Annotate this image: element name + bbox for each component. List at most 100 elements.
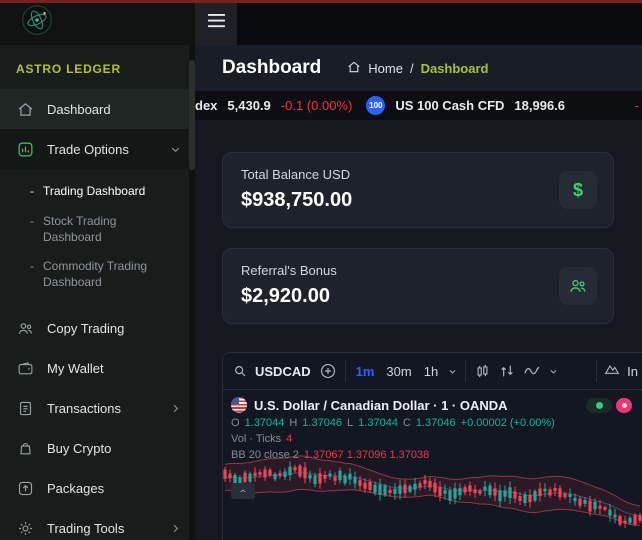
symbol-title[interactable]: U.S. Dollar / Canadian Dollar · 1 · OAND… bbox=[254, 398, 508, 413]
open-value: 1.37044 bbox=[245, 416, 285, 430]
breadcrumb: Home / Dashboard bbox=[347, 60, 488, 77]
sidebar-scrollbar[interactable] bbox=[189, 60, 195, 170]
compare-add-icon[interactable] bbox=[319, 362, 337, 380]
breadcrumb-home[interactable]: Home bbox=[368, 61, 403, 76]
indicators-icon bbox=[604, 361, 620, 382]
ticker-symbol: dex bbox=[195, 98, 217, 113]
hamburger-icon bbox=[207, 13, 226, 33]
users-icon bbox=[16, 319, 34, 337]
change-value: +0.00002 (+0.00%) bbox=[461, 416, 555, 430]
card-label: Total Balance USD bbox=[241, 167, 595, 182]
hamburger-menu-button[interactable] bbox=[195, 0, 237, 45]
brand-name: ASTRO LEDGER bbox=[0, 45, 195, 89]
timeframe-1m[interactable]: 1m bbox=[354, 364, 377, 379]
app-window: ASTRO LEDGER Dashboard Trade Options bbox=[0, 0, 642, 540]
trading-chart-widget: USDCAD 1m 30m 1h bbox=[222, 352, 642, 540]
market-open-toggle-icon[interactable] bbox=[586, 398, 612, 413]
sidebar-subitem-stock-trading-dashboard[interactable]: - Stock Trading Dashboard bbox=[0, 207, 195, 253]
bullet: - bbox=[30, 184, 34, 200]
ticker-strip[interactable]: dex 5,430.9 -0.1 (0.00%) 100 US 100 Cash… bbox=[195, 91, 642, 120]
toolbar-divider bbox=[596, 360, 597, 382]
ticker-item[interactable]: 100 US 100 Cash CFD 18,996.6 bbox=[366, 96, 565, 115]
sidebar-item-label: My Wallet bbox=[47, 361, 104, 376]
ticker-price: 18,996.6 bbox=[514, 98, 565, 113]
bollinger-row: BB 20 close 2 1.37067 1.37096 1.37038 bbox=[223, 447, 642, 463]
sidebar-subitem-trading-dashboard[interactable]: - Trading Dashboard bbox=[0, 177, 195, 207]
close-label: C bbox=[403, 416, 411, 430]
main-content: Total Balance USD $938,750.00 $ Referral… bbox=[195, 120, 642, 540]
volume-label: Vol · Ticks bbox=[231, 432, 281, 446]
sidebar-item-label: Trading Tools bbox=[47, 521, 124, 536]
chart-toolbar: USDCAD 1m 30m 1h bbox=[223, 353, 642, 390]
sidebar: ASTRO LEDGER Dashboard Trade Options bbox=[0, 0, 195, 540]
indicator-wave-icon[interactable] bbox=[523, 362, 541, 380]
close-value: 1.37046 bbox=[416, 416, 456, 430]
chevron-down-icon[interactable] bbox=[549, 367, 558, 376]
total-balance-card: Total Balance USD $938,750.00 $ bbox=[222, 152, 614, 228]
chevron-down-icon bbox=[170, 144, 181, 155]
chevron-down-icon[interactable] bbox=[448, 367, 457, 376]
referral-users-icon bbox=[559, 267, 597, 305]
sidebar-item-trading-tools[interactable]: Trading Tools bbox=[0, 508, 195, 540]
ticker-change: - bbox=[635, 98, 642, 113]
chevron-right-icon bbox=[170, 403, 181, 414]
arrow-up-square-icon bbox=[16, 479, 34, 497]
bb-label: BB 20 close 2 bbox=[231, 448, 299, 462]
sidebar-item-label: Trade Options bbox=[47, 142, 129, 157]
high-label: H bbox=[289, 416, 297, 430]
bag-icon bbox=[16, 439, 34, 457]
bar-chart-icon bbox=[16, 140, 34, 158]
wallet-icon bbox=[16, 359, 34, 377]
ticker-symbol: US 100 Cash CFD bbox=[395, 98, 504, 113]
sidebar-subitem-commodity-trading-dashboard[interactable]: - Commodity Trading Dashboard bbox=[0, 252, 195, 298]
sidebar-item-buy-crypto[interactable]: Buy Crypto bbox=[0, 428, 195, 468]
sidebar-item-label: Buy Crypto bbox=[47, 441, 111, 456]
collapse-panel-button[interactable] bbox=[231, 483, 255, 499]
volume-row: Vol · Ticks 4 bbox=[223, 431, 642, 447]
card-label: Referral's Bonus bbox=[241, 263, 595, 278]
sidebar-item-label: Dashboard bbox=[47, 102, 111, 117]
card-value: $2,920.00 bbox=[241, 285, 595, 308]
gear-icon bbox=[16, 519, 34, 537]
indicators-label: In bbox=[627, 364, 638, 379]
timeframe-30m[interactable]: 30m bbox=[384, 364, 413, 379]
sidebar-item-packages[interactable]: Packages bbox=[0, 468, 195, 508]
topbar bbox=[195, 0, 642, 45]
compare-arrows-icon[interactable] bbox=[499, 363, 515, 379]
toolbar-divider bbox=[345, 360, 346, 382]
page-title: Dashboard bbox=[222, 57, 321, 79]
candlestick-style-icon[interactable] bbox=[474, 363, 491, 380]
astro-ledger-logo-icon[interactable] bbox=[22, 5, 52, 40]
us-flag-icon bbox=[231, 397, 247, 413]
sidebar-item-my-wallet[interactable]: My Wallet bbox=[0, 348, 195, 388]
sidebar-item-transactions[interactable]: Transactions bbox=[0, 388, 195, 428]
home-icon bbox=[16, 100, 34, 118]
ticker-change: -0.1 (0.00%) bbox=[281, 98, 353, 113]
high-value: 1.37046 bbox=[302, 416, 342, 430]
card-value: $938,750.00 bbox=[241, 189, 595, 212]
sidebar-item-label: Transactions bbox=[47, 401, 121, 416]
dollar-icon: $ bbox=[559, 171, 597, 209]
bb-values: 1.37067 1.37096 1.37038 bbox=[304, 448, 429, 462]
timeframe-1h[interactable]: 1h bbox=[422, 364, 440, 379]
sidebar-item-label: Packages bbox=[47, 481, 104, 496]
ohlc-row: O 1.37044 H 1.37046 L 1.37044 C 1.37046 … bbox=[223, 415, 642, 431]
ticker-price: 5,430.9 bbox=[227, 98, 270, 113]
indicators-button[interactable]: In bbox=[596, 360, 638, 382]
sidebar-item-label: Copy Trading bbox=[47, 321, 124, 336]
delayed-data-badge-icon[interactable] bbox=[616, 398, 632, 413]
document-icon bbox=[16, 399, 34, 417]
sidebar-nav: Dashboard Trade Options - Trading Dashbo… bbox=[0, 89, 195, 540]
sidebar-item-trade-options[interactable]: Trade Options bbox=[0, 129, 195, 169]
symbol-search-button[interactable]: USDCAD bbox=[255, 364, 311, 379]
ticker-item[interactable]: dex 5,430.9 -0.1 (0.00%) bbox=[195, 98, 352, 113]
sidebar-item-dashboard[interactable]: Dashboard bbox=[0, 89, 195, 129]
referral-bonus-card: Referral's Bonus $2,920.00 bbox=[222, 248, 614, 324]
home-icon bbox=[347, 60, 361, 77]
trade-options-submenu: - Trading Dashboard - Stock Trading Dash… bbox=[0, 169, 195, 308]
open-label: O bbox=[231, 416, 240, 430]
search-icon[interactable] bbox=[233, 364, 247, 378]
chevron-right-icon bbox=[170, 523, 181, 534]
sidebar-item-copy-trading[interactable]: Copy Trading bbox=[0, 308, 195, 348]
market-status bbox=[586, 398, 634, 413]
